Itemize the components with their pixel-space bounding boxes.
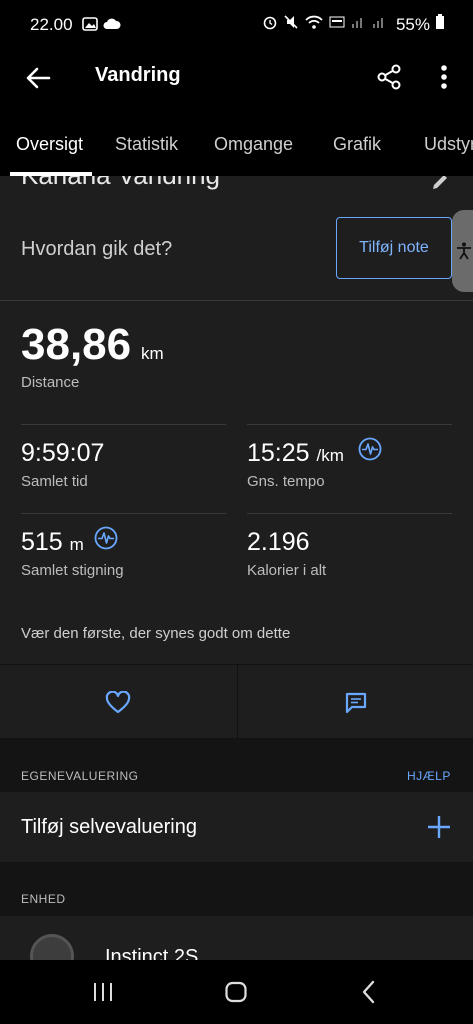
distance-label: Distance: [21, 374, 80, 391]
cloud-icon: [103, 16, 121, 37]
social-action-row: [0, 664, 473, 740]
status-system-icons: 55%: [262, 14, 445, 35]
help-link[interactable]: HJÆLP: [407, 769, 451, 783]
status-bar: 22.00 55%: [0, 0, 473, 50]
stat-value-text: 515: [21, 528, 63, 556]
pulse-icon[interactable]: [358, 437, 382, 461]
divider: [247, 424, 452, 425]
section-background: [0, 739, 473, 792]
tab-bar: Oversigt Statistik Omgange Grafik Udstyr: [0, 110, 473, 176]
divider: [0, 300, 473, 301]
stat-value-text: 2.196: [247, 528, 310, 556]
pulse-icon[interactable]: [94, 526, 118, 550]
watch-image: [30, 934, 74, 960]
device-section-title: ENHED: [21, 892, 66, 906]
share-icon: [377, 64, 401, 90]
tab-omgange[interactable]: Omgange: [214, 134, 293, 155]
chevron-left-icon: [362, 980, 375, 1004]
accessibility-handle[interactable]: [452, 210, 473, 292]
alarm-icon: [262, 14, 278, 35]
status-notification-icons: [82, 16, 121, 37]
device-row[interactable]: Instinct 2S: [0, 916, 473, 960]
app-bar: Vandring: [0, 50, 473, 110]
kudos-text: Vær den første, der synes godt om dette: [21, 625, 291, 642]
stat-value-text: 9:59:07: [21, 439, 105, 467]
heart-icon: [105, 690, 131, 713]
stat-total-ascent-label: Samlet stigning: [21, 562, 124, 579]
distance-value: 38,86: [21, 320, 132, 369]
more-options-button[interactable]: [430, 60, 458, 94]
activity-name: Kanana Vandring: [21, 176, 220, 191]
self-evaluation-section-title: EGENEVALUERING: [21, 769, 139, 783]
system-back-button[interactable]: [348, 976, 388, 1008]
wifi-icon: [304, 14, 324, 35]
comment-icon: [345, 692, 366, 713]
battery-icon: [435, 14, 445, 35]
page-title: Vandring: [95, 64, 181, 86]
status-time: 22.00: [30, 15, 73, 34]
share-button[interactable]: [372, 60, 406, 94]
signal-icon: [350, 14, 366, 35]
divider: [247, 513, 452, 514]
add-self-evaluation-row[interactable]: Tilføj selvevaluering: [0, 792, 473, 862]
section-background: [0, 862, 473, 916]
recent-apps-button[interactable]: [83, 976, 123, 1008]
device-name: Instinct 2S: [105, 946, 199, 960]
stat-total-time-label: Samlet tid: [21, 473, 88, 490]
stat-total-ascent-value: 515 m: [21, 528, 84, 557]
comment-button[interactable]: [237, 665, 473, 740]
back-button[interactable]: [22, 62, 54, 94]
stat-avg-pace-label: Gns. tempo: [247, 473, 325, 490]
recent-apps-icon: [94, 983, 112, 1001]
stat-avg-pace-value: 15:25 /km: [247, 439, 344, 468]
tab-oversigt[interactable]: Oversigt: [16, 134, 83, 155]
stat-value-text: 15:25: [247, 439, 310, 467]
distance-unit: km: [141, 344, 164, 363]
tab-statistik[interactable]: Statistik: [115, 134, 178, 155]
more-vertical-icon: [441, 65, 447, 89]
stat-calories-value: 2.196: [247, 528, 310, 557]
volte-icon: [329, 14, 345, 35]
arrow-back-icon: [26, 67, 51, 89]
divider: [21, 513, 226, 514]
tab-grafik[interactable]: Grafik: [333, 134, 381, 155]
stat-unit: m: [69, 535, 84, 554]
stat-total-time-value: 9:59:07: [21, 439, 104, 468]
overview-content[interactable]: Kanana Vandring Hvordan gik det? Tilføj …: [0, 176, 473, 960]
tab-udstyr[interactable]: Udstyr: [424, 134, 473, 155]
add-note-button[interactable]: Tilføj note: [336, 217, 452, 279]
home-button[interactable]: [216, 976, 256, 1008]
feeling-question: Hvordan gik det?: [21, 238, 173, 260]
divider: [21, 424, 226, 425]
mute-icon: [283, 14, 299, 35]
edit-name-icon[interactable]: [430, 176, 450, 197]
plus-icon: [428, 816, 450, 838]
add-self-evaluation-label: Tilføj selvevaluering: [21, 816, 197, 838]
stat-calories-label: Kalorier i alt: [247, 562, 327, 579]
accessibility-icon: [457, 242, 471, 260]
like-button[interactable]: [0, 665, 236, 740]
gallery-icon: [82, 16, 98, 37]
system-navigation-bar: [0, 960, 473, 1024]
battery-percentage: 55%: [395, 14, 430, 34]
stat-unit: /km: [316, 446, 344, 465]
signal-roaming-icon: [371, 14, 387, 35]
home-icon: [225, 981, 247, 1003]
